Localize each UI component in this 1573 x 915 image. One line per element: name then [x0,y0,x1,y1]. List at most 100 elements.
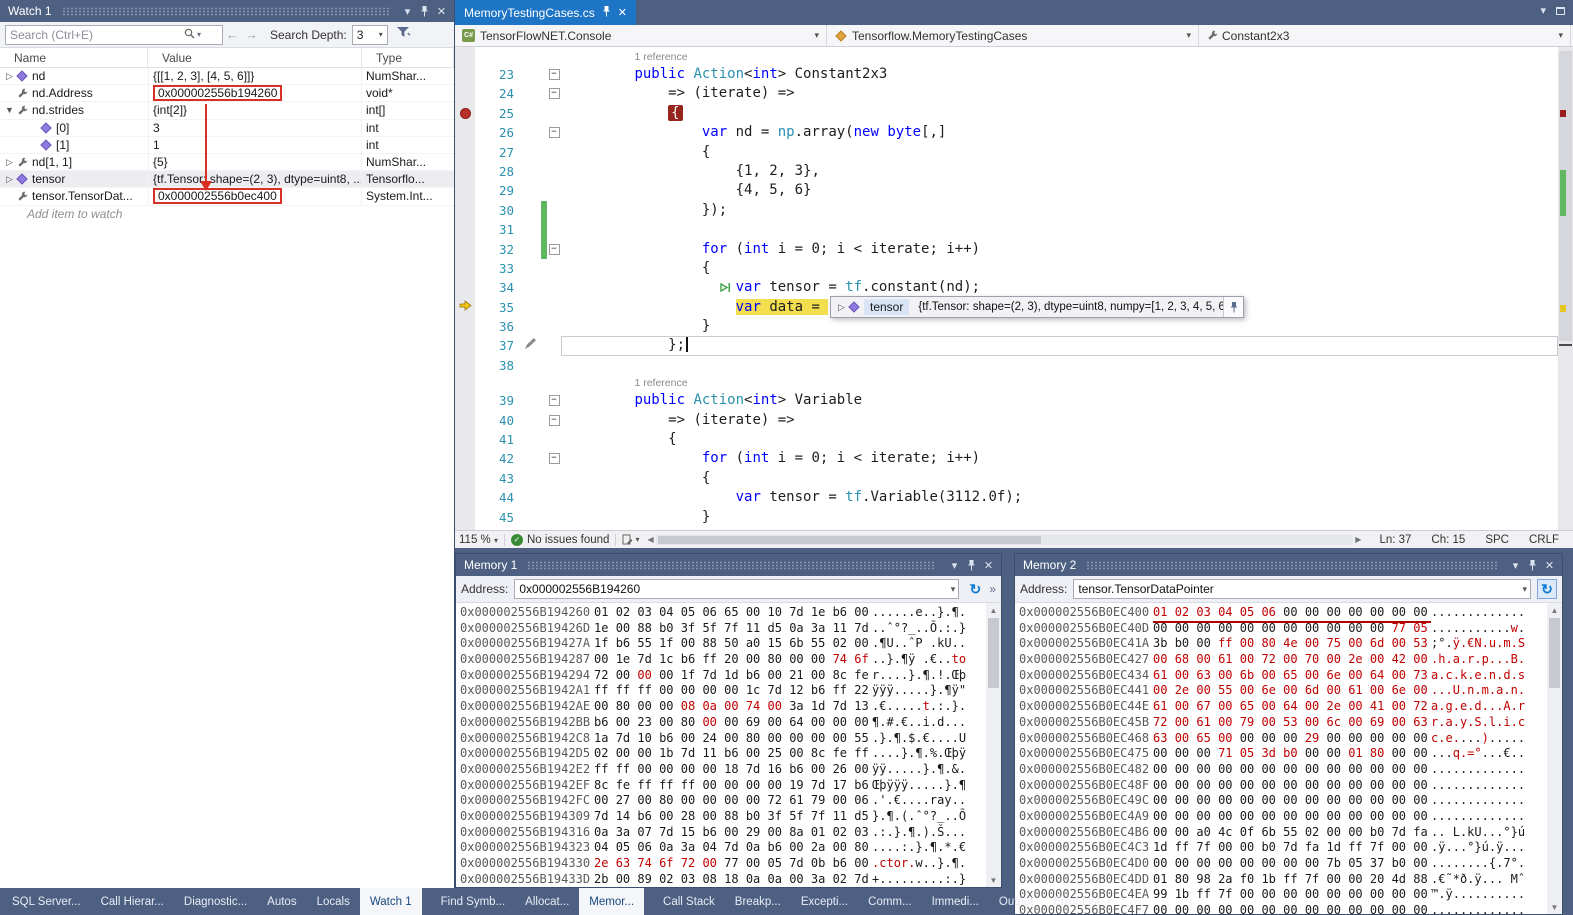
watch-value-cell[interactable]: 3 [148,120,362,136]
refresh-icon[interactable]: ↻ [1537,579,1557,599]
glyph-margin[interactable] [455,298,475,317]
watch-value-cell[interactable]: 0x000002556b194260 [148,85,362,101]
bottom-tab-watch-1[interactable]: Watch 1 [360,888,422,915]
watch-row[interactable]: ▷nd{[[1, 2, 3], [4, 5, 6]]}NumShar... [0,68,454,85]
pin-icon[interactable] [963,557,980,574]
code-line[interactable]: 33{ [455,259,1558,278]
code-line[interactable]: 30}); [455,201,1558,220]
bottom-tab-diagnostic[interactable]: Diagnostic... [174,888,257,915]
bottom-tab-output[interactable]: Output [989,888,1044,915]
watch-row[interactable]: tensor.TensorDat...0x000002556b0ec400Sys… [0,188,454,205]
glyph-margin[interactable] [455,123,475,142]
bottom-tab-call-hierar[interactable]: Call Hierar... [91,888,174,915]
add-item-row[interactable]: Add item to watch [0,206,454,223]
memory-row[interactable]: 0x000002556B0EC42700 68 00 61 00 72 00 7… [1019,652,1547,668]
watch-row[interactable]: nd.Address0x000002556b194260void* [0,85,454,102]
memory-row[interactable]: 0x000002556B0EC43461 00 63 00 6b 00 65 0… [1019,668,1547,684]
chevron-down-icon[interactable]: ▾ [1558,30,1563,41]
float-window-icon[interactable] [1556,7,1565,15]
memory-row[interactable]: 0x000002556B0EC49C00 00 00 00 00 00 00 0… [1019,793,1547,809]
code-line[interactable]: 44var tensor = tf.Variable(3112.0f); [455,488,1558,507]
search-options-chevron-icon[interactable]: ▾ [197,30,201,39]
memory-row[interactable]: 0x000002556B1942E2ff ff 00 00 00 00 18 7… [460,762,986,778]
glyph-margin[interactable] [455,449,475,468]
memory-row[interactable]: 0x000002556B0EC44100 2e 00 55 00 6e 00 6… [1019,683,1547,699]
fold-toggle[interactable]: − [549,88,560,99]
glyph-margin[interactable] [455,469,475,488]
memory-row[interactable]: 0x000002556B19428700 1e 7d 1c b6 ff 20 0… [460,652,986,668]
memory-row[interactable]: 0x000002556B0EC48200 00 00 00 00 00 00 0… [1019,762,1547,778]
glyph-margin[interactable] [455,220,475,239]
horizontal-scrollbar[interactable]: ◀ ▶ [647,535,1361,545]
editor-scrollbar[interactable] [1558,47,1573,530]
scrollbar-thumb[interactable] [1549,618,1560,688]
breadcrumb-property[interactable]: Constant2x3▾ [1199,25,1571,46]
window-position-chevron-icon[interactable]: ▾ [946,557,963,574]
code-line[interactable]: 40−=> (iterate) => [455,411,1558,430]
watch-value-cell[interactable]: {5} [148,154,362,170]
expander-icon[interactable]: ▷ [3,71,16,82]
scroll-down-icon[interactable]: ▼ [1547,900,1562,914]
glyph-margin[interactable] [455,84,475,103]
fold-toggle[interactable]: − [549,415,560,426]
memory-row[interactable]: 0x000002556B0EC46863 00 65 00 00 00 00 2… [1019,731,1547,747]
code-line[interactable]: 24−=> (iterate) => [455,84,1558,103]
memory-row[interactable]: 0x000002556B19427A1f b6 55 1f 00 88 50 a… [460,636,986,652]
datatip-expander-icon[interactable]: ▷ [835,302,848,313]
code-line[interactable]: 41{ [455,430,1558,449]
scroll-right-icon[interactable]: ▶ [1355,535,1361,544]
fold-toggle[interactable]: − [549,244,560,255]
tab-close-icon[interactable]: ✕ [618,6,627,19]
memory-row[interactable]: 0x000002556B1942A1ff ff ff 00 00 00 00 1… [460,683,986,699]
watch-value-cell[interactable]: {[[1, 2, 3], [4, 5, 6]]} [148,68,362,84]
memory1-titlebar[interactable]: Memory 1 ▾ ✕ [456,554,1001,576]
breakpoint-icon[interactable] [460,108,471,119]
memory-row[interactable]: 0x000002556B0EC44E61 00 67 00 65 00 64 0… [1019,699,1547,715]
glyph-margin[interactable] [455,162,475,181]
bottom-tab-autos[interactable]: Autos [257,888,306,915]
memory-row[interactable]: 0x000002556B0EC40001 02 03 04 05 06 00 0… [1019,605,1547,621]
memory-row[interactable]: 0x000002556B1942AE00 80 00 00 08 0a 00 7… [460,699,986,715]
code-line[interactable]: 36} [455,317,1558,336]
tabstrip-chevron-icon[interactable]: ▾ [1540,4,1546,17]
search-icon[interactable] [184,28,195,42]
bottom-tab-excepti[interactable]: Excepti... [791,888,858,915]
watch-value-cell[interactable]: {int[2]} [148,102,362,118]
search-prev-icon[interactable]: ← [226,27,239,42]
code-line[interactable]: 31 [455,220,1558,239]
bottom-tab-locals[interactable]: Locals [307,888,360,915]
memory-row[interactable]: 0x000002556B0EC4D000 00 00 00 00 00 00 0… [1019,856,1547,872]
glyph-margin[interactable] [455,65,475,84]
search-depth-select[interactable]: 3▾ [352,25,388,45]
pin-icon[interactable] [1524,557,1541,574]
watch-value-cell[interactable]: 0x000002556b0ec400 [148,188,362,204]
glyph-margin[interactable] [455,391,475,410]
bottom-tab-error-list[interactable]: Error List [1043,888,1110,915]
chevron-down-icon[interactable]: ▾ [814,30,819,41]
glyph-margin[interactable] [455,143,475,162]
memory-row[interactable]: 0x000002556B19432304 05 06 0a 3a 04 7d 0… [460,840,986,856]
memory-row[interactable]: 0x000002556B1943097d 14 b6 00 28 00 88 b… [460,809,986,825]
code-line[interactable]: 26−var nd = np.array(new byte[,] [455,123,1558,142]
memory-row[interactable]: 0x000002556B19429472 00 00 00 1f 7d 1d b… [460,668,986,684]
breadcrumb-class[interactable]: Tensorflow.MemoryTestingCases▾ [827,25,1199,46]
bottom-tab-allocat[interactable]: Allocat... [515,888,579,915]
datatip[interactable]: ▷ tensor {tf.Tensor: shape=(2, 3), dtype… [830,296,1244,318]
fold-toggle[interactable]: − [549,127,560,138]
bottom-tab-immedi[interactable]: Immedi... [922,888,989,915]
memory-row[interactable]: 0x000002556B0EC4A900 00 00 00 00 00 00 0… [1019,809,1547,825]
memory-row[interactable]: 0x000002556B1942BBb6 00 23 00 80 00 00 6… [460,715,986,731]
column-header-type[interactable]: Type [362,48,454,67]
memory-row[interactable]: 0x000002556B1942EF8c fe ff ff ff 00 00 0… [460,778,986,794]
close-icon[interactable]: ✕ [980,557,997,574]
scroll-down-icon[interactable]: ▼ [986,873,1001,887]
memory-row[interactable]: 0x000002556B0EC48F00 00 00 00 00 00 00 0… [1019,778,1547,794]
memory-row[interactable]: 0x000002556B0EC4B600 00 a0 4c 0f 6b 55 0… [1019,825,1547,841]
tab-pin-icon[interactable] [602,6,611,20]
glyph-margin[interactable] [455,336,475,355]
zoom-select[interactable]: 115 % ▾ [459,534,498,546]
code-line[interactable]: 42−for (int i = 0; i < iterate; i++) [455,449,1558,468]
fold-toggle[interactable]: − [549,395,560,406]
overflow-chevron-icon[interactable]: » [989,582,996,596]
bottom-tab-memor[interactable]: Memor... [579,888,644,915]
